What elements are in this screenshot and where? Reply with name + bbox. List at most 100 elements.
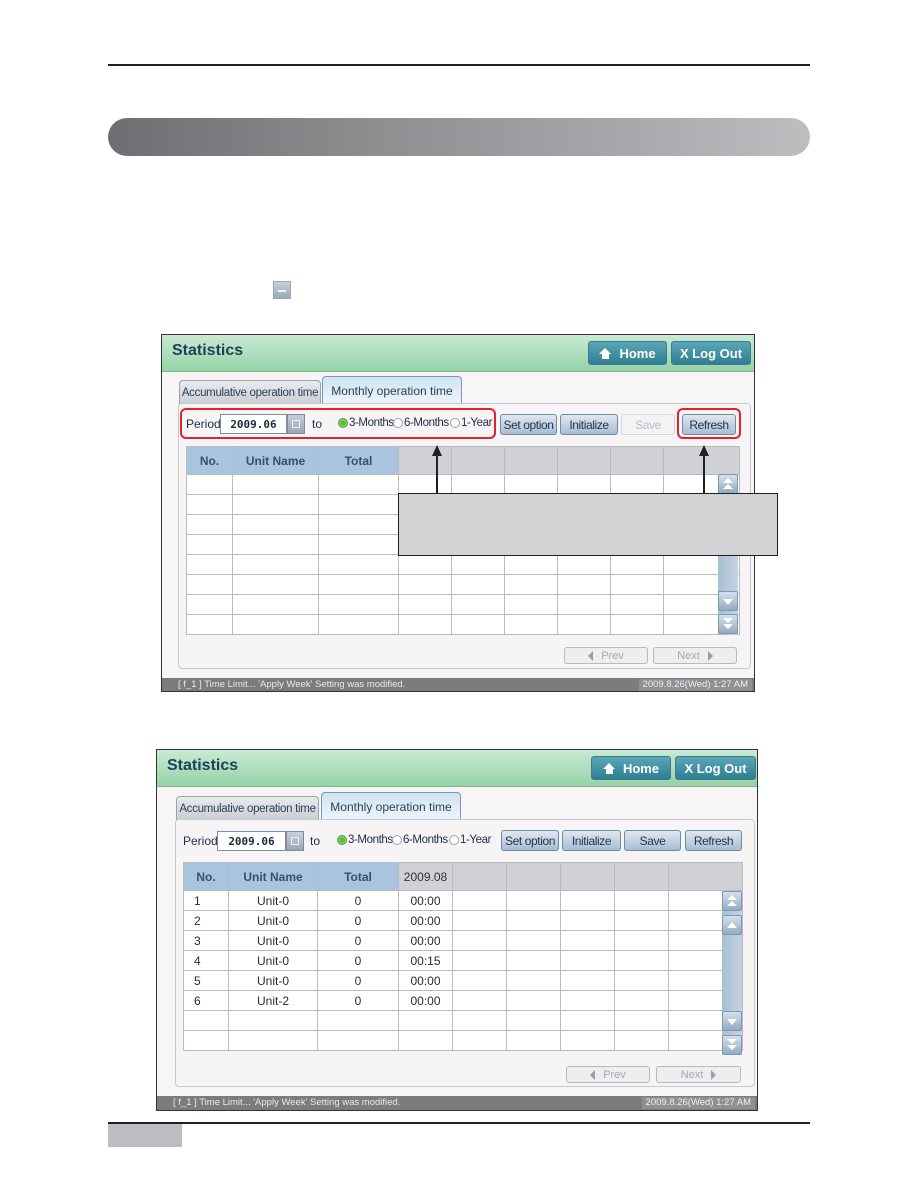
table-cell [452,950,507,971]
radio-3-months[interactable]: 3-Months [337,834,393,846]
status-datetime: 2009.8.26(Wed) 1:27 AM [641,1097,755,1109]
table-row-empty [186,474,740,495]
refresh-button[interactable]: Refresh [685,830,742,851]
table-row[interactable]: 2 Unit-0 0 00:00 [183,910,743,931]
table-cell: 3 [183,930,229,951]
radio-dot [449,835,459,845]
scroll-down-icon[interactable] [718,591,738,611]
column-header: No. [183,862,229,891]
initialize-button[interactable]: Initialize [560,414,618,435]
prev-page-button[interactable]: Prev [564,647,648,664]
table-cell [557,554,611,575]
table-cell [506,990,561,1011]
table-row[interactable]: 5 Unit-0 0 00:00 [183,970,743,991]
header-rule [108,64,810,66]
set-option-button[interactable]: Set option [500,414,557,435]
table-cell [398,474,452,495]
initialize-button[interactable]: Initialize [562,830,621,851]
table-cell [451,474,505,495]
home-button[interactable]: Home [591,756,671,780]
table-cell [504,614,558,635]
triangle-left-icon [590,1069,596,1080]
save-button[interactable]: Save [621,414,675,435]
table-row-empty [186,594,740,615]
footer-rule [108,1122,810,1124]
radio-label: 3-Months [348,834,393,846]
table-cell [232,514,319,535]
next-page-button[interactable]: Next [653,647,737,664]
radio-1-year[interactable]: 1-Year [449,834,491,846]
table-cell [318,494,399,515]
table-row[interactable]: 6 Unit-2 0 00:00 [183,990,743,1011]
tab-label: Monthly operation time [330,799,452,814]
set-option-button[interactable]: Set option [501,830,559,851]
column-header: 2009.08 [398,862,453,891]
table-row[interactable]: 3 Unit-0 0 00:00 [183,930,743,951]
table-cell [398,594,452,615]
table-cell: 0 [317,970,399,991]
table-cell: 0 [317,910,399,931]
table-cell [398,614,452,635]
tab-monthly-operation-time[interactable]: Monthly operation time [321,792,461,820]
home-button[interactable]: Home [588,341,667,365]
table-cell [504,594,558,615]
table-cell: Unit-2 [228,990,318,1011]
table-row[interactable]: 4 Unit-0 0 00:15 [183,950,743,971]
scroll-top-icon[interactable] [722,891,742,911]
table-cell [614,890,669,911]
column-header: No. [186,446,233,475]
table-cell [318,574,399,595]
scroll-top-icon[interactable] [718,474,738,494]
scroll-bottom-icon[interactable] [722,1035,742,1055]
table-cell [452,990,507,1011]
table-cell [560,950,615,971]
logout-label: X Log Out [684,760,747,776]
table-row[interactable]: 1 Unit-0 0 00:00 [183,890,743,911]
radio-6-months[interactable]: 6-Months [392,834,448,846]
column-header [557,446,611,475]
logout-button[interactable]: X Log Out [671,341,751,365]
calendar-button-icon [273,281,291,299]
period-start-field[interactable]: 2009.06 [217,831,286,851]
scroll-down-icon[interactable] [722,1011,742,1031]
tab-monthly-operation-time[interactable]: Monthly operation time [322,376,462,404]
table-cell [610,614,664,635]
table-cell [560,930,615,951]
table-cell [452,910,507,931]
table-cell [557,574,611,595]
column-header [560,862,615,891]
table-cell [451,594,505,615]
vertical-scrollbar[interactable] [722,891,742,1055]
table-cell [232,554,319,575]
table-cell [186,514,233,535]
scroll-bottom-icon[interactable] [718,614,738,634]
table-cell: 00:00 [398,890,453,911]
tab-accumulative-operation-time[interactable]: Accumulative operation time [176,796,319,820]
calendar-button[interactable] [286,831,304,851]
home-icon [599,347,612,359]
table-cell [398,574,452,595]
next-page-button[interactable]: Next [656,1066,741,1083]
table-cell [451,574,505,595]
table-cell [318,474,399,495]
table-cell [557,594,611,615]
triangle-right-icon [707,650,713,661]
refresh-highlight-box [677,408,741,439]
prev-page-button[interactable]: Prev [566,1066,650,1083]
table-header-row: No. Unit Name Total [186,446,740,475]
table-cell [614,1030,669,1051]
save-button[interactable]: Save [624,830,681,851]
table-cell [504,474,558,495]
tab-accumulative-operation-time[interactable]: Accumulative operation time [179,380,321,404]
radio-dot [337,835,347,845]
table-cell [317,1030,399,1051]
table-row-empty [183,1010,743,1031]
table-cell [452,930,507,951]
table-cell: 0 [317,990,399,1011]
logout-button[interactable]: X Log Out [675,756,756,780]
scroll-up-icon[interactable] [722,915,742,935]
table-cell [398,1030,453,1051]
table-cell [186,474,233,495]
table-cell [560,970,615,991]
column-header: Unit Name [232,446,319,475]
